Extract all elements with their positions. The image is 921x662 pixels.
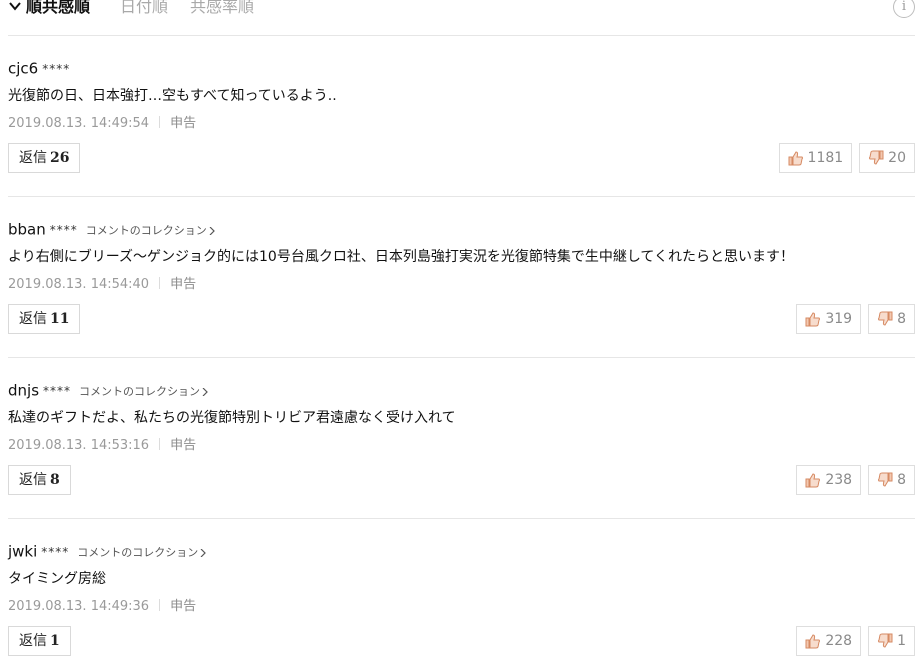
dislike-button[interactable]: 8 [868, 465, 915, 495]
dislike-button[interactable]: 20 [859, 143, 915, 173]
comment-user-mask: **** [42, 61, 71, 76]
chevron-down-icon [9, 2, 21, 11]
comment-page: 順共感順 日付順 共感率順 i cjc6 **** 光復節の日、日本強打…空もすべ… [0, 0, 921, 662]
comment-meta: 2019.08.13. 14:49:54 申告 [8, 112, 196, 131]
dislike-count: 1 [897, 633, 906, 649]
report-link[interactable]: 申告 [170, 277, 196, 292]
thumbs-down-icon [878, 472, 893, 487]
dislike-count: 8 [897, 472, 906, 488]
like-count: 1181 [807, 150, 844, 166]
comment-text: より右側にブリーズ〜ゲンジョク的には10号台風クロ社、日本列島強打実況を光復節特… [8, 249, 794, 265]
comment-username[interactable]: jwki [8, 543, 37, 561]
thumbs-up-icon [788, 151, 803, 166]
comment-item: dnjs **** コメントのコレクション 私達のギフトだよ、私たちの光復節特別トリ… [8, 358, 915, 519]
reply-count: 26 [50, 150, 70, 166]
sort-bar: 順共感順 日付順 共感率順 i [8, 0, 915, 36]
comment-user-mask: **** [43, 383, 72, 398]
thumbs-down-icon [869, 150, 884, 165]
comment-username[interactable]: bban [8, 221, 46, 239]
report-link[interactable]: 申告 [170, 599, 196, 614]
info-icon[interactable]: i [893, 0, 915, 18]
divider [159, 277, 161, 289]
collection-label: コメントのコレクション [85, 223, 207, 237]
divider [159, 116, 161, 128]
comment-meta: 2019.08.13. 14:49:36 申告 [8, 595, 196, 614]
comment-user-mask: **** [49, 222, 78, 237]
reply-button[interactable]: 返信 26 [8, 143, 81, 173]
sort-option-sympathy[interactable]: 順共感順 [8, 0, 90, 18]
reply-label: 返信 [19, 472, 47, 488]
like-button[interactable]: 319 [796, 304, 862, 334]
like-button[interactable]: 228 [796, 626, 862, 656]
comment-meta: 2019.08.13. 14:53:16 申告 [8, 434, 196, 453]
comment-user-mask: **** [41, 544, 70, 559]
dislike-count: 20 [888, 150, 906, 166]
reply-count: 11 [50, 311, 70, 327]
comment-timestamp: 2019.08.13. 14:49:36 [8, 599, 150, 614]
sort-option-date[interactable]: 日付順 [120, 0, 168, 18]
comment-timestamp: 2019.08.13. 14:54:40 [8, 277, 150, 292]
comment-collection-link[interactable]: コメントのコレクション [77, 545, 207, 559]
report-link[interactable]: 申告 [170, 438, 196, 453]
comment-text: 光復節の日、日本強打…空もすべて知っているよう.. [8, 88, 337, 104]
comment-item: cjc6 **** 光復節の日、日本強打…空もすべて知っているよう.. 2019.… [8, 36, 915, 197]
comment-header: jwki **** コメントのコレクション [8, 541, 207, 561]
chevron-right-icon [200, 548, 207, 557]
chevron-right-icon [202, 387, 208, 396]
like-count: 228 [825, 633, 853, 649]
collection-label: コメントのコレクション [79, 384, 201, 398]
divider [159, 438, 161, 450]
reply-count: 8 [50, 472, 60, 488]
comment-meta: 2019.08.13. 14:54:40 申告 [8, 273, 196, 292]
thumbs-down-icon [878, 311, 893, 326]
report-link[interactable]: 申告 [170, 116, 196, 131]
reply-label: 返信 [19, 633, 47, 649]
comment-collection-link[interactable]: コメントのコレクション [79, 385, 208, 398]
comment-timestamp: 2019.08.13. 14:53:16 [8, 438, 150, 453]
vote-buttons: 319 8 [796, 304, 915, 334]
reply-button[interactable]: 返信 1 [8, 626, 71, 656]
comment-text: タイミング房総 [8, 571, 106, 587]
comment-username[interactable]: dnjs [8, 382, 39, 400]
vote-buttons: 228 1 [796, 626, 915, 656]
reply-label: 返信 [19, 311, 47, 327]
dislike-button[interactable]: 1 [868, 626, 915, 656]
like-count: 238 [825, 472, 853, 488]
vote-buttons: 1181 20 [778, 143, 915, 173]
like-button[interactable]: 238 [796, 465, 862, 495]
comment-item: bban **** コメントのコレクション より右側にブリーズ〜ゲンジョク的には10… [8, 197, 915, 358]
collection-label: コメントのコレクション [77, 545, 199, 559]
dislike-count: 8 [897, 311, 906, 327]
comment-header: bban **** コメントのコレクション [8, 219, 215, 239]
like-button[interactable]: 1181 [778, 143, 853, 173]
reply-count: 1 [50, 633, 60, 649]
sort-option-sympathy-rate[interactable]: 共感率順 [190, 0, 254, 18]
comment-username[interactable]: cjc6 [8, 60, 38, 78]
thumbs-up-icon [805, 473, 821, 488]
comment-header: dnjs **** コメントのコレクション [8, 380, 208, 400]
comment-text: 私達のギフトだよ、私たちの光復節特別トリビア君遠慮なく受け入れて [8, 410, 456, 426]
divider [159, 599, 161, 611]
like-count: 319 [825, 311, 853, 327]
reply-button[interactable]: 返信 8 [8, 465, 71, 495]
thumbs-up-icon [805, 312, 821, 327]
reply-label: 返信 [19, 150, 47, 166]
comment-item: jwki **** コメントのコレクション タイミング房総 2019.08.13. … [8, 519, 915, 662]
comment-header: cjc6 **** [8, 58, 70, 78]
comment-timestamp: 2019.08.13. 14:49:54 [8, 116, 150, 131]
comment-collection-link[interactable]: コメントのコレクション [86, 224, 215, 237]
reply-button[interactable]: 返信 11 [8, 304, 81, 334]
vote-buttons: 238 8 [796, 465, 915, 495]
dislike-button[interactable]: 8 [868, 304, 915, 334]
sort-option-label: 順共感順 [26, 0, 91, 16]
thumbs-up-icon [805, 634, 821, 649]
chevron-right-icon [209, 226, 215, 235]
thumbs-down-icon [878, 633, 893, 648]
comment-list: cjc6 **** 光復節の日、日本強打…空もすべて知っているよう.. 2019.… [8, 36, 915, 662]
